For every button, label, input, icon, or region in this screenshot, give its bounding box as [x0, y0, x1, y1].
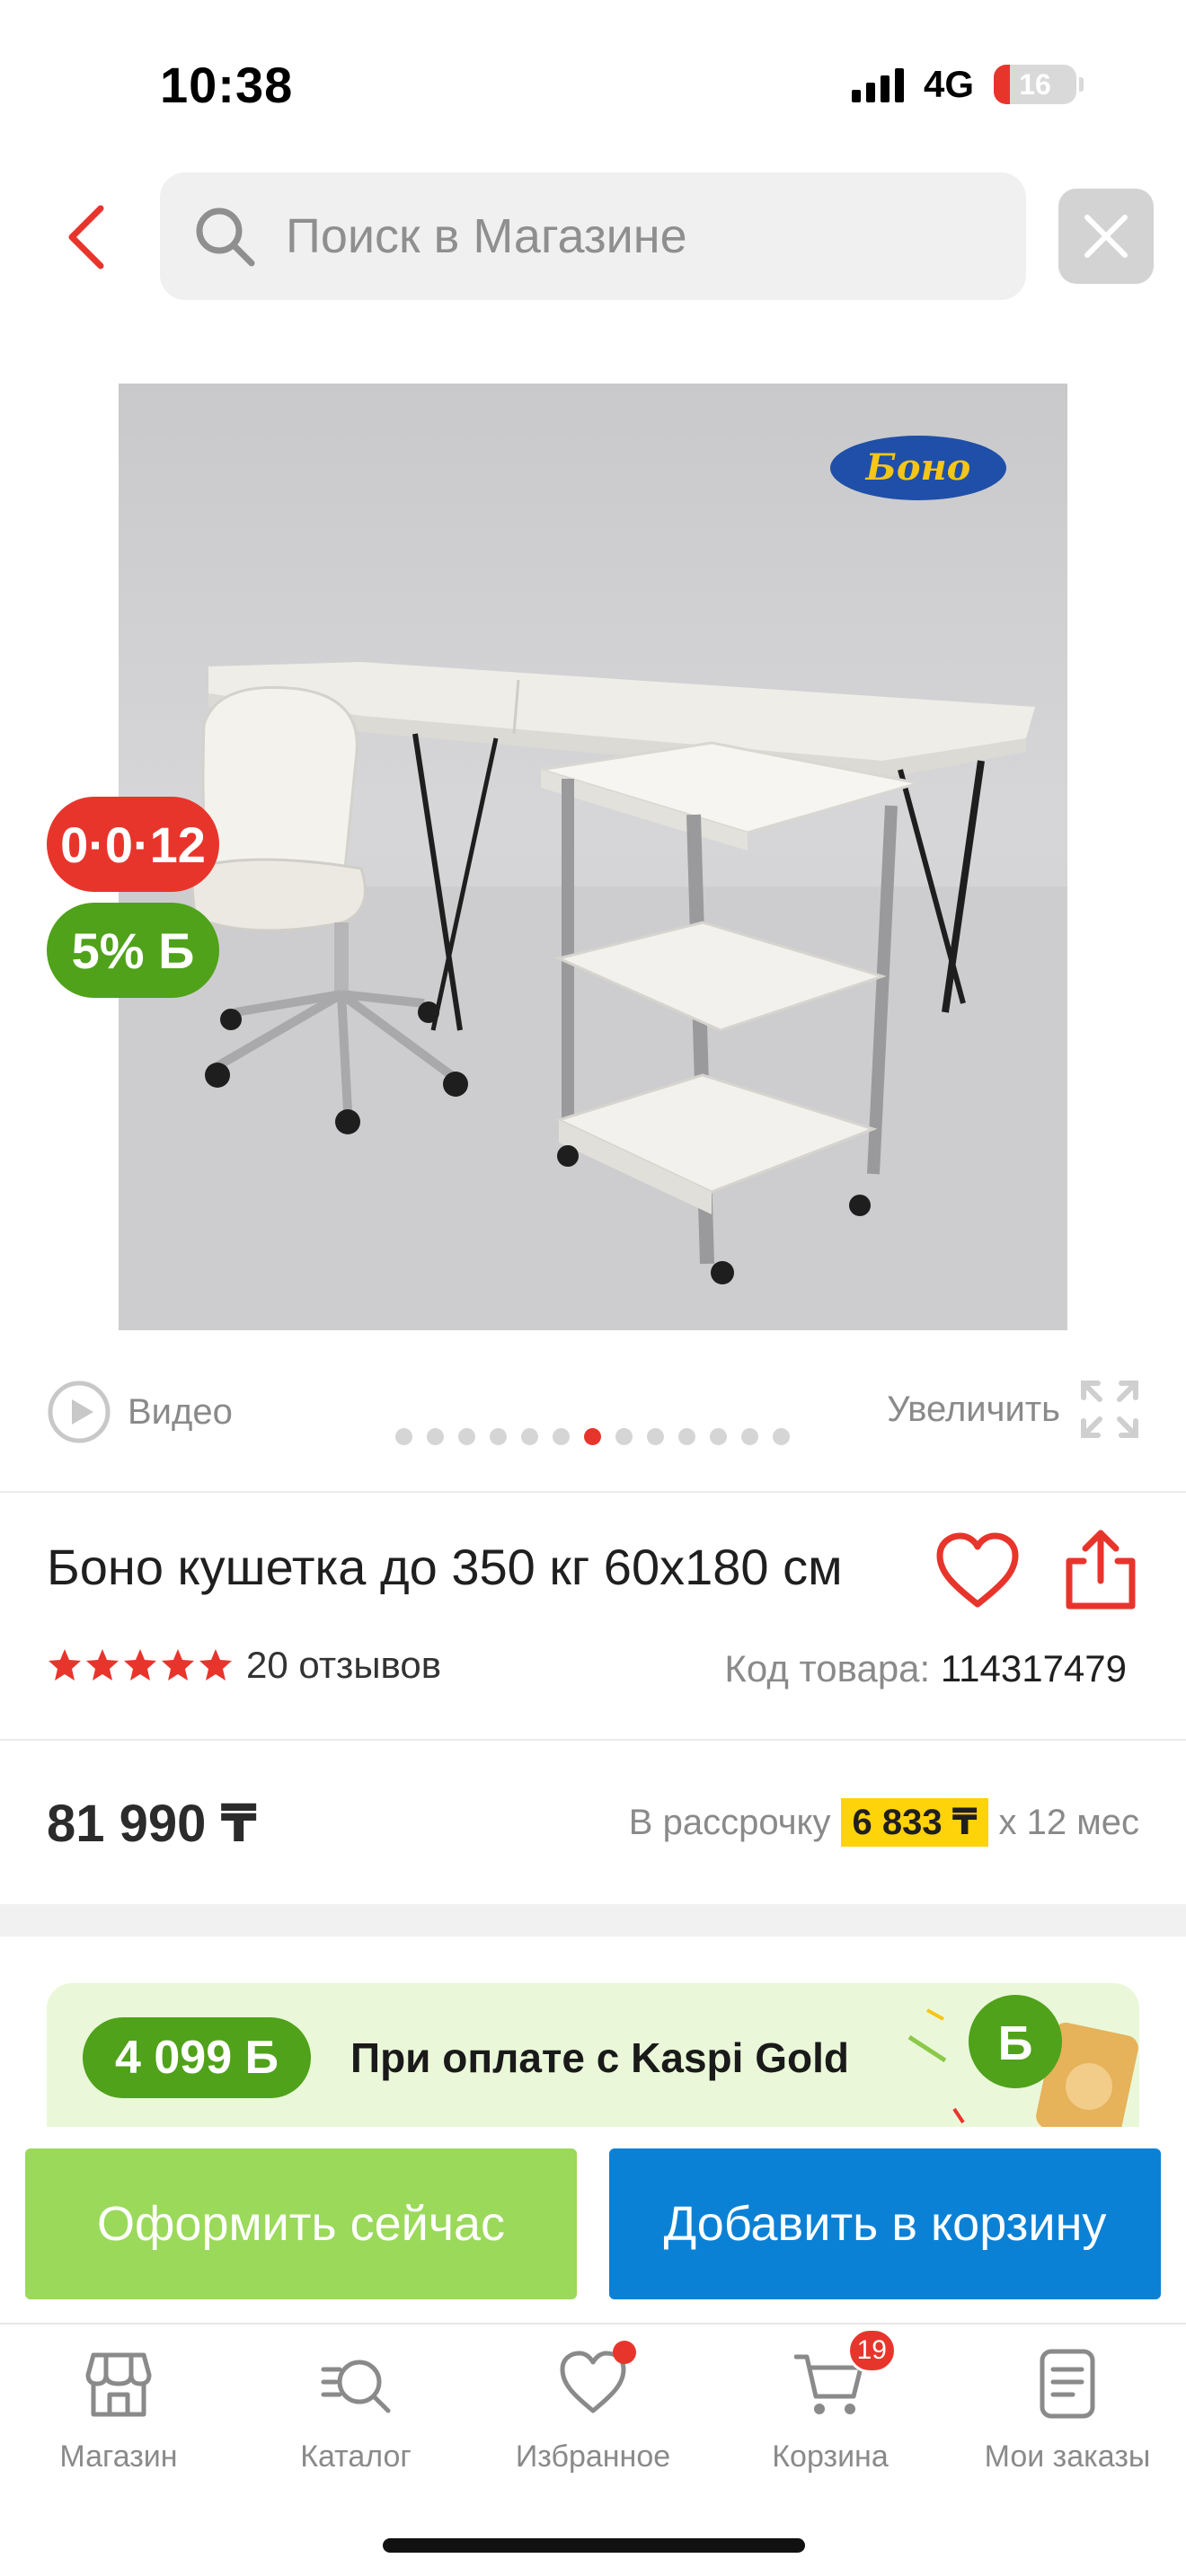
brand-logo: Боно — [830, 436, 1006, 500]
status-time: 10:38 — [160, 57, 294, 113]
search-input[interactable]: Поиск в Магазине — [160, 172, 1026, 300]
star-icon — [86, 1649, 119, 1681]
video-label: Видео — [128, 1391, 233, 1432]
divider — [0, 1491, 1186, 1493]
product-image[interactable]: Боно — [119, 384, 1067, 1330]
nav-item-orders[interactable]: Мои заказы — [949, 2348, 1186, 2475]
product-title: Боно кушетка до 350 кг 60x180 см — [47, 1539, 843, 1595]
battery-level: 16 — [1019, 67, 1051, 101]
nav-item-cart[interactable]: 19 Корзина — [712, 2328, 949, 2475]
battery-icon: 16 — [994, 65, 1084, 104]
star-icon — [199, 1649, 232, 1681]
product-photo — [119, 662, 1067, 1330]
gallery-dot[interactable] — [710, 1428, 727, 1445]
play-icon — [48, 1381, 111, 1443]
store-icon — [85, 2352, 152, 2417]
sku-label: Код товара: — [724, 1647, 931, 1689]
orders-icon — [1040, 2349, 1095, 2419]
search-icon — [196, 207, 255, 267]
credit-amount: 6 833 ₸ — [841, 1798, 988, 1847]
search-placeholder: Поиск в Магазине — [286, 209, 687, 263]
gallery-dot[interactable] — [584, 1428, 601, 1445]
sku: Код товара: 114317479 — [724, 1647, 1127, 1690]
promo-bonus-badge: 4 099 Б — [83, 2017, 311, 2098]
star-icon — [162, 1649, 194, 1681]
star-icon — [124, 1649, 156, 1681]
favorites-icon-wrap — [557, 2341, 636, 2420]
chevron-left-icon — [68, 205, 104, 269]
gallery-pagination[interactable] — [395, 1428, 790, 1445]
kaspi-gold-card-icon: Б — [907, 1995, 1138, 2127]
section-separator — [0, 1904, 1186, 1936]
checkout-button[interactable]: Оформить сейчас — [25, 2148, 577, 2299]
nav-item-catalog[interactable]: Каталог — [237, 2348, 474, 2475]
gallery-dot[interactable] — [741, 1428, 758, 1445]
cart-icon-wrap: 19 — [793, 2328, 897, 2420]
share-icon — [1066, 1530, 1136, 1610]
sku-value: 114317479 — [940, 1647, 1127, 1689]
heart-icon — [936, 1532, 1019, 1608]
catalog-search-icon — [321, 2360, 391, 2413]
status-bar: 10:38 4G 16 — [0, 0, 1186, 171]
share-button[interactable] — [1060, 1529, 1141, 1611]
back-button[interactable] — [59, 199, 113, 275]
close-button[interactable] — [1058, 189, 1154, 284]
gallery-dot[interactable] — [647, 1428, 664, 1445]
expand-icon — [1081, 1381, 1138, 1438]
rating[interactable]: 20 отзывов — [47, 1644, 441, 1687]
gallery-dot[interactable] — [615, 1428, 633, 1445]
nav-label: Каталог — [300, 2439, 412, 2474]
star-rating — [47, 1647, 234, 1683]
divider — [0, 1739, 1186, 1741]
gallery-dot[interactable] — [678, 1428, 695, 1445]
nav-label: Корзина — [772, 2439, 889, 2474]
zoom-label: Увеличить — [887, 1389, 1060, 1429]
credit-suffix: x 12 мес — [998, 1802, 1139, 1842]
nav-item-shop[interactable]: Магазин — [0, 2348, 237, 2475]
network-type: 4G — [923, 63, 974, 105]
installment-badge: 0·0·12 — [47, 797, 219, 892]
signal-icon — [851, 66, 904, 102]
kaspi-gold-promo[interactable]: 4 099 Б При оплате с Kaspi Gold Б — [47, 1983, 1139, 2127]
add-to-cart-button[interactable]: Добавить в корзину — [609, 2148, 1161, 2299]
cart-count-badge: 19 — [846, 2328, 897, 2373]
nav-label: Магазин — [59, 2439, 178, 2474]
zoom-button[interactable]: Увеличить — [887, 1380, 1139, 1439]
video-button[interactable]: Видео — [47, 1380, 233, 1444]
gallery-dot[interactable] — [490, 1428, 507, 1445]
svg-text:Б: Б — [998, 2016, 1033, 2070]
reviews-link[interactable]: 20 отзывов — [246, 1644, 441, 1687]
gallery-dot[interactable] — [427, 1428, 444, 1445]
nav-item-favorites[interactable]: Избранное — [474, 2341, 712, 2475]
promo-text: При оплате с Kaspi Gold — [350, 2034, 849, 2081]
gallery-dot[interactable] — [553, 1428, 570, 1445]
favorite-button[interactable] — [934, 1532, 1021, 1611]
nav-label: Мои заказы — [984, 2439, 1151, 2474]
star-icon — [49, 1649, 81, 1681]
gallery-dot[interactable] — [458, 1428, 475, 1445]
status-indicators: 4G 16 — [851, 63, 1084, 106]
nav-label: Избранное — [515, 2439, 671, 2474]
price: 81 990 ₸ — [47, 1795, 257, 1853]
gallery-dot[interactable] — [773, 1428, 790, 1445]
close-icon — [1084, 215, 1128, 258]
gallery-dot[interactable] — [395, 1428, 412, 1445]
bonus-badge: 5% Б — [47, 903, 219, 998]
svg-text:Боно: Боно — [865, 446, 971, 489]
credit-prefix: В рассрочку — [628, 1802, 831, 1842]
gallery-dot[interactable] — [521, 1428, 538, 1445]
installment-info[interactable]: В рассрочку 6 833 ₸ x 12 мес — [629, 1798, 1139, 1847]
home-indicator — [383, 2538, 805, 2553]
notification-dot — [613, 2341, 636, 2364]
